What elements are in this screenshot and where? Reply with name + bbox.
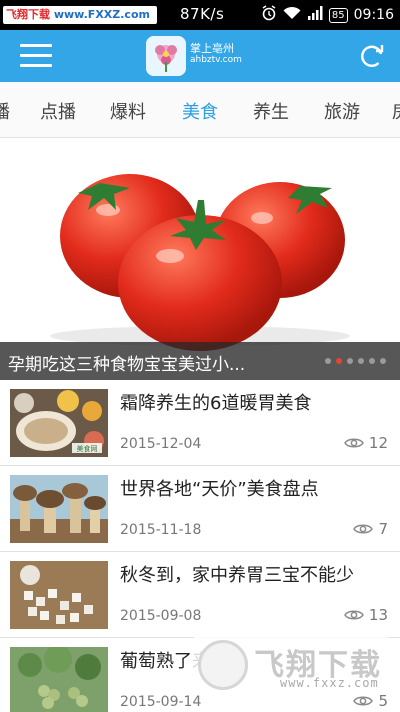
- tab-yangsheng[interactable]: 养生: [253, 98, 289, 124]
- eye-icon: [344, 438, 364, 448]
- featured-banner[interactable]: 孕期吃这三种食物宝宝美过小...: [0, 138, 400, 380]
- view-count: 12: [344, 434, 388, 452]
- list-item[interactable]: 秋冬到，家中养胃三宝不能少 2015-09-08 13: [0, 552, 400, 638]
- slide-dot[interactable]: [380, 358, 386, 364]
- view-count-value: 13: [368, 606, 388, 624]
- tab-lvyou[interactable]: 旅游: [324, 98, 360, 124]
- view-count: 7: [353, 520, 388, 538]
- list-item[interactable]: 美食网 霜降养生的6道暖胃美食 2015-12-04 12: [0, 380, 400, 466]
- status-bar: 飞翔下载 www.FXXZ.com 87K/s 85 09:16: [0, 0, 400, 30]
- wifi-icon: [283, 6, 301, 24]
- banner-title: 孕期吃这三种食物宝宝美过小...: [8, 355, 246, 375]
- category-tabs: 播 点播 爆料 美食 养生 旅游 房: [0, 82, 400, 138]
- watermark-text: 飞翔下载: [6, 8, 50, 21]
- article-date: 2015-09-08: [120, 608, 202, 624]
- app-header: 掌上亳州 ahbztv.com: [0, 30, 400, 82]
- tab-meishi[interactable]: 美食: [182, 98, 218, 124]
- view-count: 13: [344, 606, 388, 624]
- banner-caption: 孕期吃这三种食物宝宝美过小...: [0, 342, 400, 380]
- article-title: 霜降养生的6道暖胃美食: [120, 393, 312, 414]
- refresh-icon[interactable]: [358, 42, 386, 70]
- slide-dot[interactable]: [347, 358, 353, 364]
- tab-baoliao[interactable]: 爆料: [110, 98, 146, 124]
- clock: 09:16: [353, 7, 394, 23]
- tab-dianbo[interactable]: 点播: [40, 98, 76, 124]
- signal-icon: [307, 6, 323, 24]
- thumb-label: 美食网: [77, 444, 98, 453]
- watermark-url: www.FXXZ.com: [53, 8, 150, 21]
- menu-icon[interactable]: [20, 44, 52, 68]
- alarm-icon: [261, 5, 277, 25]
- watermark-logo: [198, 640, 248, 690]
- battery-icon: 85: [328, 7, 348, 23]
- article-thumbnail: 美食网: [10, 389, 108, 457]
- brand-subtitle: ahbztv.com: [190, 55, 242, 65]
- view-count-value: 5: [378, 692, 388, 710]
- slide-dot[interactable]: [358, 358, 364, 364]
- tab-partial-right[interactable]: 房: [392, 98, 400, 124]
- slide-dot[interactable]: [369, 358, 375, 364]
- watermark-label: 飞翔下载 www.FXXZ.com: [3, 6, 157, 24]
- view-count-value: 12: [368, 434, 388, 452]
- view-count: 5: [353, 692, 388, 710]
- article-title: 世界各地“天价”美食盘点: [120, 479, 319, 500]
- tab-partial-left[interactable]: 播: [0, 98, 10, 124]
- article-thumbnail: [10, 647, 108, 712]
- network-speed: 87K/s: [180, 5, 225, 23]
- eye-icon: [344, 610, 364, 620]
- slide-indicators: [325, 358, 386, 364]
- status-icons: 85 09:16: [261, 5, 394, 25]
- article-thumbnail: [10, 561, 108, 629]
- watermark-badge: 飞翔下载 www.fxxz.com: [192, 636, 390, 694]
- app-brand: 掌上亳州 ahbztv.com: [190, 42, 242, 66]
- eye-icon: [353, 524, 374, 534]
- slide-dot[interactable]: [325, 358, 331, 364]
- article-thumbnail: [10, 475, 108, 543]
- list-item[interactable]: 世界各地“天价”美食盘点 2015-11-18 7: [0, 466, 400, 552]
- article-title: 秋冬到，家中养胃三宝不能少: [120, 565, 354, 586]
- app-logo: [146, 36, 186, 76]
- article-date: 2015-12-04: [120, 436, 202, 452]
- eye-icon: [353, 696, 374, 706]
- slide-dot-active[interactable]: [336, 358, 342, 364]
- watermark-sub-text: www.fxxz.com: [280, 676, 379, 690]
- brand-title: 掌上亳州: [190, 42, 234, 55]
- view-count-value: 7: [378, 520, 388, 538]
- article-date: 2015-09-14: [120, 694, 202, 710]
- article-date: 2015-11-18: [120, 522, 202, 538]
